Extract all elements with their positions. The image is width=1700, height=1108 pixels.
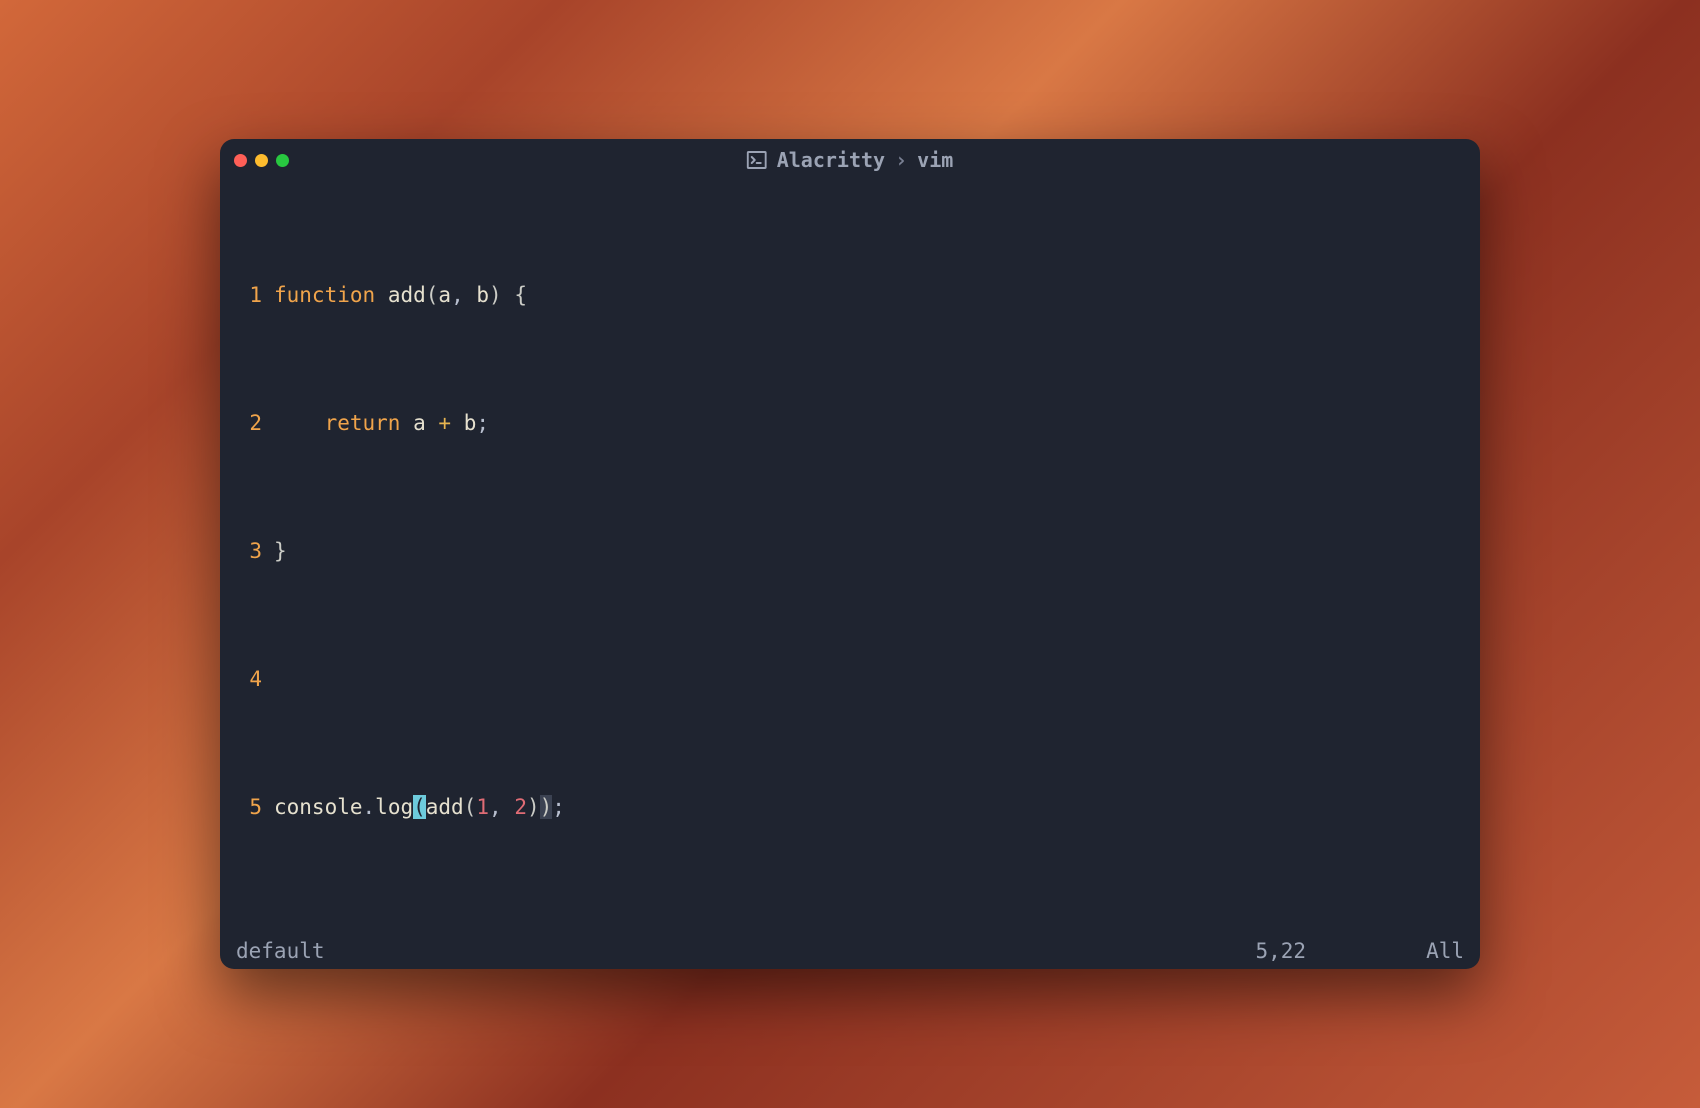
status-left: default	[236, 939, 325, 963]
code-line: 3 }	[220, 535, 1480, 567]
traffic-lights	[234, 154, 289, 167]
process-name: vim	[917, 148, 953, 172]
titlebar: Alacritty › vim	[220, 139, 1480, 181]
code-text[interactable]	[274, 663, 1480, 695]
scroll-indicator: All	[1426, 939, 1464, 963]
empty-line: ~	[220, 919, 1480, 933]
terminal-window: Alacritty › vim 1 function add(a, b) { 2…	[220, 139, 1480, 969]
window-title: Alacritty › vim	[747, 148, 954, 172]
close-icon[interactable]	[234, 154, 247, 167]
zoom-icon[interactable]	[276, 154, 289, 167]
tilde-icon: ~	[220, 919, 274, 933]
code-line: 1 function add(a, b) {	[220, 279, 1480, 311]
code-text[interactable]: function add(a, b) {	[274, 279, 1480, 311]
code-line: 4	[220, 663, 1480, 695]
matchparen-highlight: (	[413, 795, 426, 819]
code-text[interactable]: console.log(add(1, 2));	[274, 791, 1480, 823]
vim-statusbar: default 5,22 All	[220, 933, 1480, 969]
line-number: 3	[220, 535, 274, 567]
editor-area[interactable]: 1 function add(a, b) { 2 return a + b; 3…	[220, 181, 1480, 933]
minimize-icon[interactable]	[255, 154, 268, 167]
line-number: 1	[220, 279, 274, 311]
line-number: 2	[220, 407, 274, 439]
terminal-icon	[747, 151, 767, 169]
code-text[interactable]: return a + b;	[274, 407, 1480, 439]
code-line: 2 return a + b;	[220, 407, 1480, 439]
chevron-right-icon: ›	[895, 148, 907, 172]
code-line: 5 console.log(add(1, 2));	[220, 791, 1480, 823]
cursor: )	[540, 795, 553, 819]
code-text[interactable]: }	[274, 535, 1480, 567]
cursor-position: 5,22	[1255, 939, 1306, 963]
line-number: 5	[220, 791, 274, 823]
app-name: Alacritty	[777, 148, 885, 172]
line-number: 4	[220, 663, 274, 695]
